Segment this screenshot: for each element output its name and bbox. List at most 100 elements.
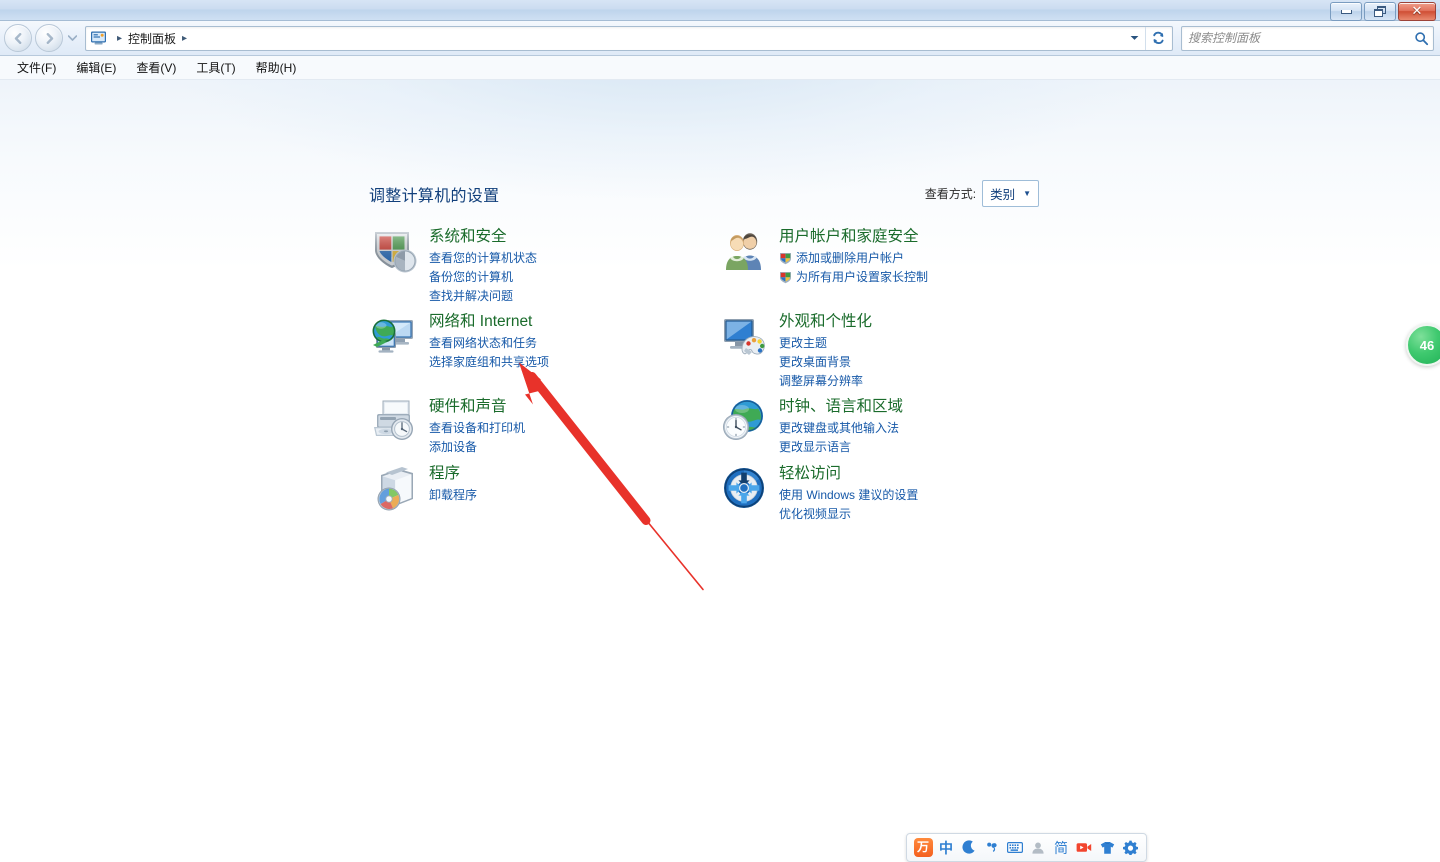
ime-language-mode[interactable]: 中 bbox=[936, 838, 956, 858]
ime-logo[interactable]: 万 bbox=[913, 838, 933, 858]
link-view-devices-and-printers[interactable]: 查看设备和打印机 bbox=[429, 419, 525, 438]
breadcrumb-separator-1[interactable]: ▸ bbox=[176, 33, 193, 44]
menu-item-edit[interactable]: 编辑(E) bbox=[67, 57, 125, 78]
moon-icon bbox=[961, 840, 975, 854]
ime-soft-keyboard-icon[interactable] bbox=[1005, 838, 1025, 858]
search-icon[interactable] bbox=[1414, 31, 1429, 46]
view-by-select[interactable]: 类别 ▼ bbox=[982, 180, 1039, 207]
link-change-keyboards-or-other-input-methods[interactable]: 更改键盘或其他输入法 bbox=[779, 419, 903, 438]
back-arrow-icon bbox=[14, 32, 21, 44]
ime-video-icon[interactable] bbox=[1074, 838, 1094, 858]
punctuation-icon bbox=[986, 842, 997, 852]
menu-bar: 文件(F) 编辑(E) 查看(V) 工具(T) 帮助(H) bbox=[0, 56, 1440, 80]
breadcrumb-separator-0: ▸ bbox=[117, 32, 123, 44]
ime-punctuation-icon[interactable] bbox=[982, 838, 1002, 858]
category-appearance-and-personalization: 外观和个性化 更改主题 更改桌面背景 调整屏幕分辨率 bbox=[719, 311, 872, 391]
link-optimize-visual-display[interactable]: 优化视频显示 bbox=[779, 505, 918, 524]
minimize-icon bbox=[1340, 9, 1352, 14]
ime-skin-icon[interactable] bbox=[1097, 838, 1117, 858]
ime-simplified-chinese[interactable]: 简 bbox=[1051, 838, 1071, 858]
network-globe-icon bbox=[369, 311, 419, 361]
breadcrumb-item-control-panel[interactable]: 控制面板 bbox=[128, 30, 176, 47]
link-view-network-status-and-tasks[interactable]: 查看网络状态和任务 bbox=[429, 334, 549, 353]
category-programs: 程序 卸载程序 bbox=[369, 463, 477, 513]
menu-item-view[interactable]: 查看(V) bbox=[127, 57, 185, 78]
ime-toolbar: 万 中 简 bbox=[906, 833, 1147, 862]
forward-arrow-icon bbox=[46, 32, 53, 44]
view-by-label: 查看方式: bbox=[924, 187, 977, 201]
forward-button[interactable] bbox=[35, 24, 63, 52]
link-add-a-device[interactable]: 添加设备 bbox=[429, 438, 525, 457]
category-hardware-and-sound: 硬件和声音 查看设备和打印机 添加设备 bbox=[369, 396, 525, 457]
minimize-button[interactable] bbox=[1330, 2, 1362, 21]
refresh-icon bbox=[1152, 31, 1164, 45]
category-body: 程序 卸载程序 bbox=[429, 463, 477, 513]
category-title-appearance-and-personalization[interactable]: 外观和个性化 bbox=[779, 313, 872, 331]
category-title-clock-language-and-region[interactable]: 时钟、语言和区域 bbox=[779, 398, 903, 416]
close-button[interactable]: ✕ bbox=[1398, 2, 1436, 21]
monitor-palette-icon bbox=[719, 311, 769, 361]
menu-item-help[interactable]: 帮助(H) bbox=[247, 57, 306, 78]
link-choose-homegroup-and-sharing-options[interactable]: 选择家庭组和共享选项 bbox=[429, 353, 549, 372]
category-clock-language-and-region: 时钟、语言和区域 更改键盘或其他输入法 更改显示语言 bbox=[719, 396, 903, 457]
category-body: 硬件和声音 查看设备和打印机 添加设备 bbox=[429, 396, 525, 457]
category-title-network-and-internet[interactable]: 网络和 Internet bbox=[429, 313, 532, 331]
category-body: 系统和安全 查看您的计算机状态 备份您的计算机 查找并解决问题 bbox=[429, 226, 537, 306]
category-title-programs[interactable]: 程序 bbox=[429, 465, 460, 483]
view-by-value: 类别 bbox=[990, 188, 1016, 202]
link-adjust-screen-resolution[interactable]: 调整屏幕分辨率 bbox=[779, 372, 872, 391]
refresh-button[interactable] bbox=[1145, 26, 1170, 50]
link-uninstall-a-program[interactable]: 卸载程序 bbox=[429, 486, 477, 505]
link-change-the-theme[interactable]: 更改主题 bbox=[779, 334, 872, 353]
category-body: 时钟、语言和区域 更改键盘或其他输入法 更改显示语言 bbox=[779, 396, 903, 457]
recent-pages-button[interactable] bbox=[66, 25, 78, 51]
link-change-desktop-background[interactable]: 更改桌面背景 bbox=[779, 353, 872, 372]
category-ease-of-access: 轻松访问 使用 Windows 建议的设置 优化视频显示 bbox=[719, 463, 918, 524]
ease-of-access-icon bbox=[719, 463, 769, 513]
address-bar[interactable]: ▸ 控制面板 ▸ bbox=[85, 25, 1173, 51]
ime-user-icon[interactable] bbox=[1028, 838, 1048, 858]
video-camera-icon bbox=[1076, 843, 1092, 852]
category-title-system-and-security[interactable]: 系统和安全 bbox=[429, 228, 507, 246]
control-panel-window: ✕ ▸ 控制面板 ▸ 搜索控制面板 文件(F) 编辑(E) 查看(V) 工具(T… bbox=[0, 0, 1440, 860]
gear-icon bbox=[1122, 840, 1138, 855]
restore-icon bbox=[1374, 6, 1386, 17]
link-set-up-parental-controls[interactable]: 为所有用户设置家长控制 bbox=[779, 268, 928, 287]
ime-settings-gear-icon[interactable] bbox=[1120, 838, 1140, 858]
category-title-ease-of-access[interactable]: 轻松访问 bbox=[779, 465, 841, 483]
category-title-hardware-and-sound[interactable]: 硬件和声音 bbox=[429, 398, 507, 416]
security-shield-icon bbox=[369, 226, 419, 276]
chevron-down-icon: ▼ bbox=[1023, 189, 1031, 198]
menu-item-file[interactable]: 文件(F) bbox=[8, 57, 65, 78]
user-icon bbox=[1032, 842, 1044, 854]
page-title: 调整计算机的设置 bbox=[369, 187, 500, 205]
restore-button[interactable] bbox=[1364, 2, 1396, 21]
address-history-button[interactable] bbox=[1123, 28, 1145, 49]
view-by-control: 查看方式: 类别 ▼ bbox=[925, 180, 1039, 207]
search-box[interactable] bbox=[1181, 25, 1434, 51]
category-title-user-accounts-and-family-safety[interactable]: 用户帐户和家庭安全 bbox=[779, 228, 919, 246]
link-use-windows-suggested-settings[interactable]: 使用 Windows 建议的设置 bbox=[779, 486, 918, 505]
title-bar: ✕ bbox=[0, 0, 1440, 21]
globe-clock-icon bbox=[719, 396, 769, 446]
search-input[interactable] bbox=[1186, 30, 1414, 46]
category-user-accounts-and-family-safety: 用户帐户和家庭安全 添加或删除用户帐户 为所有用户设置家长控制 bbox=[719, 226, 928, 287]
link-change-display-language[interactable]: 更改显示语言 bbox=[779, 438, 903, 457]
link-add-or-remove-user-accounts[interactable]: 添加或删除用户帐户 bbox=[779, 249, 928, 268]
ime-moon-mode-icon[interactable] bbox=[959, 838, 979, 858]
category-body: 网络和 Internet 查看网络状态和任务 选择家庭组和共享选项 bbox=[429, 311, 549, 372]
category-body: 用户帐户和家庭安全 添加或删除用户帐户 为所有用户设置家长控制 bbox=[779, 226, 928, 287]
menu-item-tools[interactable]: 工具(T) bbox=[187, 57, 244, 78]
close-icon: ✕ bbox=[1411, 4, 1423, 19]
category-body: 轻松访问 使用 Windows 建议的设置 优化视频显示 bbox=[779, 463, 918, 524]
t-shirt-icon bbox=[1100, 841, 1114, 854]
category-system-and-security: 系统和安全 查看您的计算机状态 备份您的计算机 查找并解决问题 bbox=[369, 226, 537, 306]
floating-notification-badge[interactable]: 46 bbox=[1406, 324, 1440, 366]
link-backup-computer[interactable]: 备份您的计算机 bbox=[429, 268, 537, 287]
back-button[interactable] bbox=[4, 24, 32, 52]
link-view-computer-status[interactable]: 查看您的计算机状态 bbox=[429, 249, 537, 268]
navigation-bar: ▸ 控制面板 ▸ bbox=[0, 21, 1440, 56]
badge-count: 46 bbox=[1419, 337, 1435, 353]
link-find-and-fix-problems[interactable]: 查找并解决问题 bbox=[429, 287, 537, 306]
chevron-down-icon bbox=[67, 35, 77, 41]
